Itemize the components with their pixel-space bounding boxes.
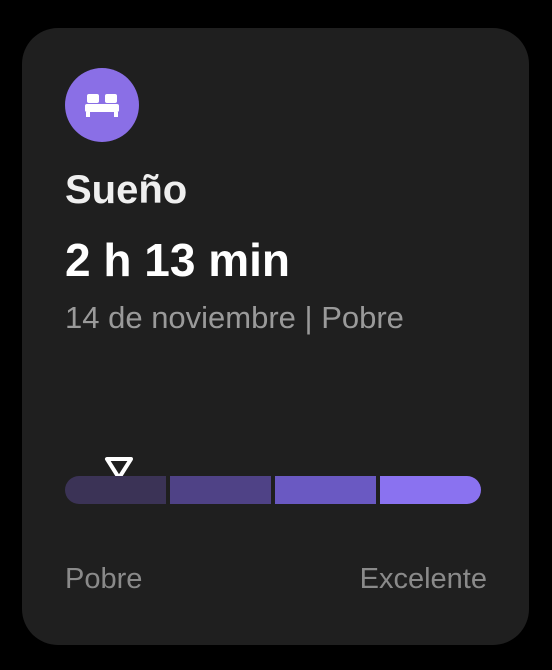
scale-segment-3: [275, 476, 376, 504]
card-title: Sueño: [65, 168, 188, 212]
scale-max-label: Excelente: [359, 563, 487, 595]
sleep-icon-badge: [65, 68, 139, 142]
scale-min-label: Pobre: [65, 563, 143, 595]
quality-scale: [65, 476, 481, 504]
sleep-card[interactable]: Sueño 2 h 13 min 14 de noviembre | Pobre…: [22, 28, 529, 645]
scale-segment-4: [380, 476, 481, 504]
sleep-duration: 2 h 13 min: [65, 234, 290, 286]
bed-icon: [85, 94, 119, 117]
scale-segment-2: [170, 476, 271, 504]
scale-segment-1: [65, 476, 166, 504]
sleep-date-quality: 14 de noviembre | Pobre: [65, 300, 404, 335]
